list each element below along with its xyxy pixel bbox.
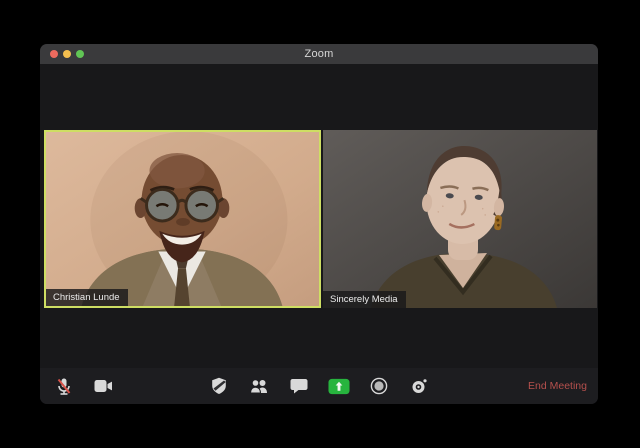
traffic-lights (50, 44, 84, 64)
microphone-muted-icon (57, 378, 71, 395)
video-tile-sincerely-media[interactable]: Sincerely Media (323, 130, 597, 308)
end-meeting-button[interactable]: End Meeting (528, 380, 587, 392)
share-screen-icon (328, 378, 350, 394)
participant-name-label: Christian Lunde (46, 288, 128, 306)
window-title: Zoom (304, 48, 334, 60)
chat-button[interactable] (288, 375, 310, 397)
fullscreen-button-icon[interactable] (76, 50, 84, 58)
minimize-button-icon[interactable] (63, 50, 71, 58)
share-screen-button[interactable] (328, 375, 350, 397)
video-stage: Christian Lunde Sincerely Media (40, 64, 598, 368)
reactions-timer-icon (412, 379, 427, 393)
stop-video-button[interactable] (92, 375, 114, 397)
title-bar[interactable]: Zoom (40, 44, 598, 64)
meeting-toolbar: End Meeting (40, 368, 598, 404)
toolbar-left-group (40, 375, 114, 397)
participant-video (323, 130, 597, 308)
video-camera-icon (94, 380, 112, 392)
security-button[interactable] (208, 375, 230, 397)
security-shield-icon (212, 377, 226, 394)
participants-button[interactable] (248, 375, 270, 397)
zoom-window: Zoom Christian Lunde Sincerely Media End… (40, 44, 598, 404)
video-tile-christian-lunde[interactable]: Christian Lunde (44, 130, 321, 308)
toolbar-center-group (208, 375, 430, 397)
close-button-icon[interactable] (50, 50, 58, 58)
participant-video (46, 132, 319, 306)
record-button[interactable] (368, 375, 390, 397)
participant-name-label: Sincerely Media (323, 290, 406, 308)
reactions-button[interactable] (408, 375, 430, 397)
mute-button[interactable] (53, 375, 75, 397)
record-icon (370, 377, 388, 395)
participants-icon (249, 379, 267, 394)
toolbar-right-group: End Meeting (528, 368, 587, 404)
chat-bubble-icon (290, 379, 308, 394)
